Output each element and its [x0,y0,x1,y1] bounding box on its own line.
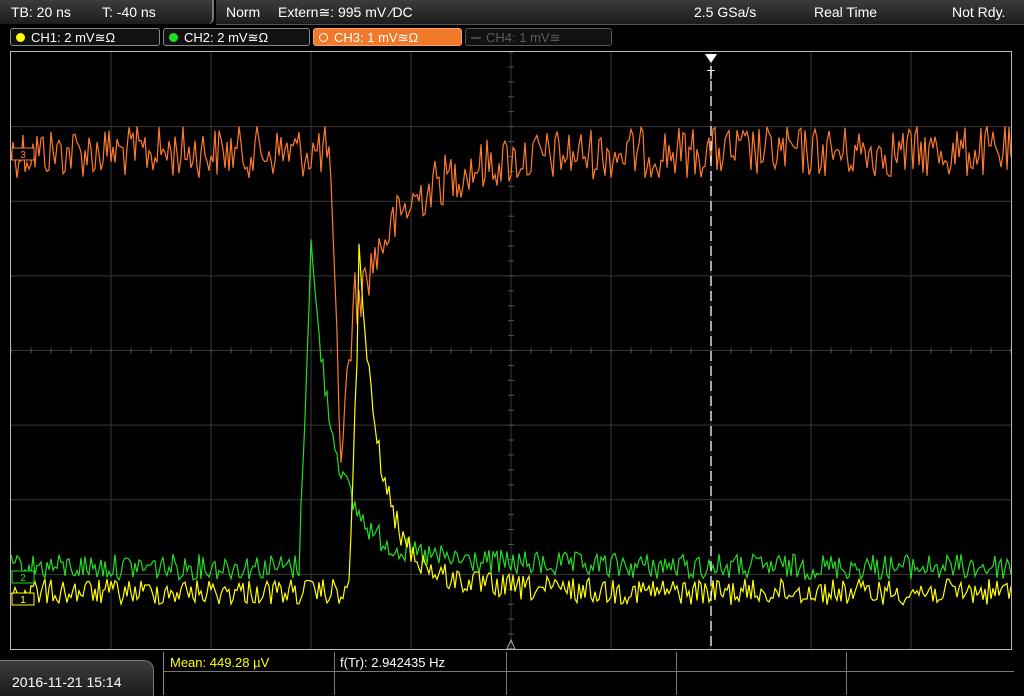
waveform-plot: T 3 2 1 [11,52,1011,649]
timebase-panel[interactable]: TB: 20 ns T: -40 ns [0,0,214,24]
measurement-divider [846,652,847,695]
measurement-panel[interactable]: Mean: 449.28 µV f(Tr): 2.942435 Hz [163,652,1014,695]
measurement-divider [506,652,507,695]
channel-2-tab[interactable]: CH2: 2 mV≊Ω [163,28,310,46]
frequency-measurement: f(Tr): 2.942435 Hz [340,655,446,670]
channel-3-tab[interactable]: CH3: 1 mV≊Ω [313,28,462,46]
mean-measurement: Mean: 449.28 µV [170,655,270,670]
channel-1-level-marker[interactable]: 1 [11,592,35,606]
status-bar: TB: 20 ns T: -40 ns Norm Extern≅: 995 mV… [0,0,1024,25]
trigger-status-readout: Not Rdy. [952,4,1006,20]
graticule [11,52,1011,649]
channel-2-indicator-icon [169,33,178,42]
channel-4-tab[interactable]: CH4: 1 mV≊ [465,28,612,46]
channel-3-level-marker[interactable]: 3 [11,147,35,161]
channel-4-label: CH4: 1 mV≊ [486,30,561,45]
trigger-marker-label: T [707,67,715,82]
measurement-divider [676,652,677,695]
sample-rate-readout: 2.5 GSa/s [694,4,757,20]
trigger-time-readout: T: -40 ns [102,4,156,20]
channel-1-marker-label: 1 [20,595,26,606]
channel-1-label: CH1: 2 mV≊Ω [31,30,116,45]
measurement-divider [164,671,1014,672]
measurement-divider [334,652,335,695]
trigger-position-icon[interactable] [705,54,717,63]
trigger-mode-readout: Norm [226,4,261,20]
channel-4-indicator-icon [471,37,481,39]
timebase-readout: TB: 20 ns [11,4,71,20]
datetime-readout: 2016-11-21 15:14 [12,674,122,690]
trigger-source-readout: Extern≅: 995 mV ⁄DC [278,4,413,20]
channel-3-marker-label: 3 [20,150,26,161]
channel-2-level-marker[interactable]: 2 [11,570,35,584]
waveform-display[interactable]: T 3 2 1 [10,51,1012,650]
channel-2-marker-label: 2 [20,573,26,584]
channel-3-label: CH3: 1 mV≊Ω [334,30,419,45]
channel-3-indicator-icon [319,33,328,42]
channel-2-label: CH2: 2 mV≊Ω [184,30,269,45]
channel-1-indicator-icon [16,33,25,42]
acquisition-mode-readout: Real Time [814,4,878,20]
acquisition-panel[interactable]: Norm Extern≅: 995 mV ⁄DC 2.5 GSa/s Real … [216,0,1024,25]
channel-1-tab[interactable]: CH1: 2 mV≊Ω [10,28,160,46]
